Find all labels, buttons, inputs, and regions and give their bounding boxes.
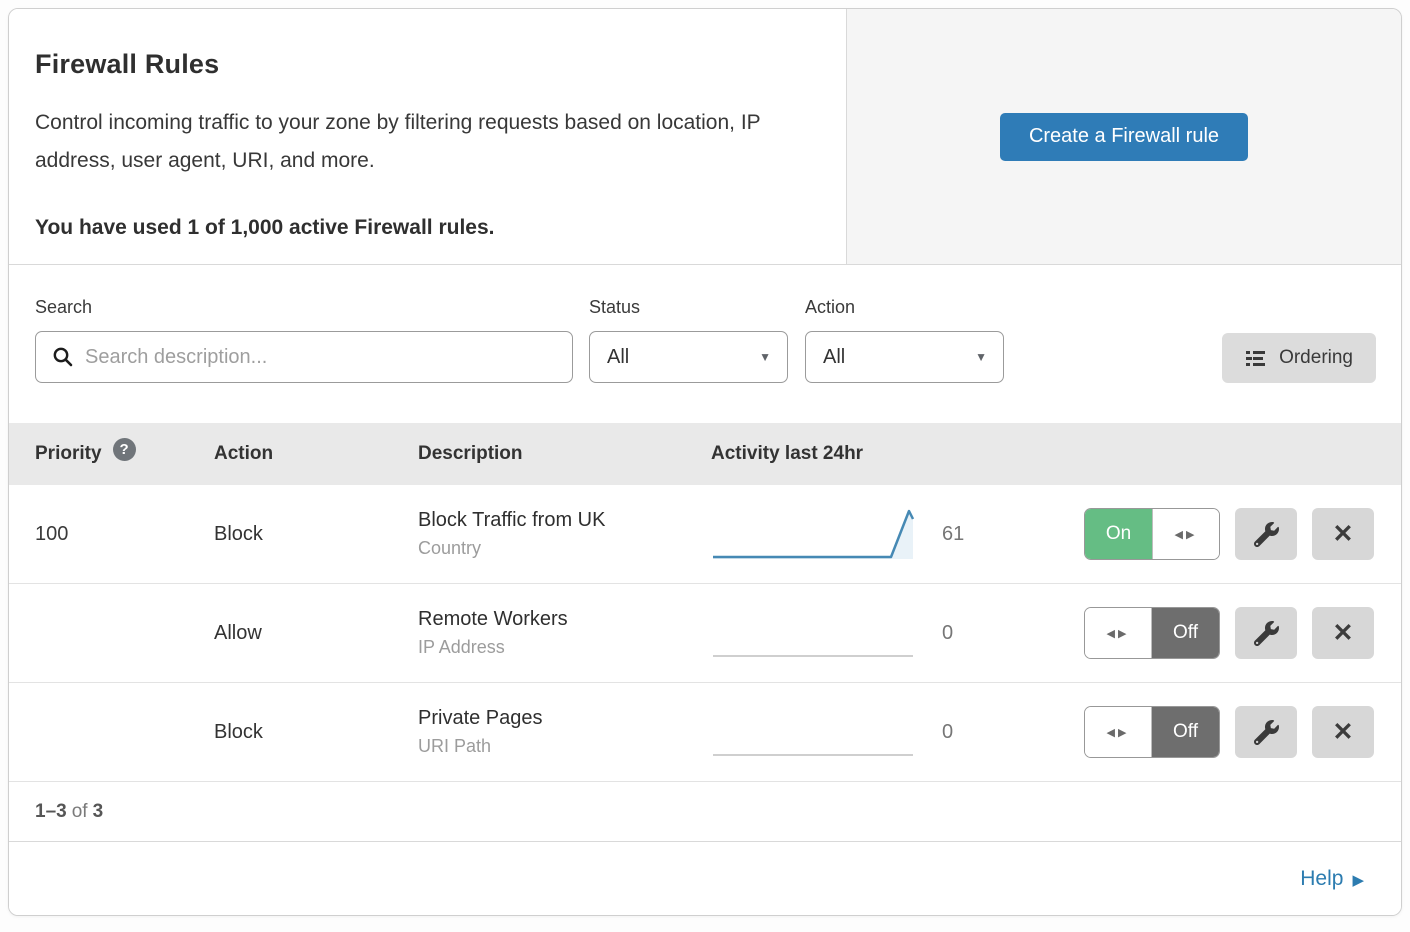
edit-rule-button[interactable] (1235, 607, 1297, 659)
table-row: Allow Remote Workers IP Address 0 ◀▶ Off (9, 584, 1401, 683)
rule-enabled-toggle[interactable]: ◀▶ Off (1084, 607, 1220, 659)
action-select[interactable]: All ▼ (805, 331, 1004, 383)
rule-description: Private Pages URI Path (418, 707, 711, 757)
pagination-total: 3 (93, 801, 104, 823)
status-label: Status (589, 297, 788, 318)
toggle-handle-icon: ◀▶ (1152, 509, 1219, 559)
rule-action: Allow (214, 622, 418, 645)
delete-rule-button[interactable]: ✕ (1312, 706, 1374, 758)
close-icon: ✕ (1333, 618, 1354, 648)
rule-description: Block Traffic from UK Country (418, 509, 711, 559)
search-box (35, 331, 573, 383)
rule-match-type: IP Address (418, 637, 711, 658)
wrench-icon (1254, 621, 1279, 646)
action-selected-value: All (823, 346, 845, 369)
toggle-handle-icon: ◀▶ (1085, 707, 1152, 757)
search-label: Search (35, 297, 573, 318)
header-action-panel: Create a Firewall rule (846, 9, 1401, 264)
column-description: Description (418, 443, 711, 465)
activity-sparkline (711, 605, 916, 661)
edit-rule-button[interactable] (1235, 508, 1297, 560)
row-controls: ◀▶ Off ✕ (1084, 706, 1374, 758)
ordering-button[interactable]: Ordering (1222, 333, 1376, 383)
rule-enabled-toggle[interactable]: ◀▶ Off (1084, 706, 1220, 758)
status-select[interactable]: All ▼ (589, 331, 788, 383)
rule-activity: 0 ◀▶ Off ✕ (711, 605, 1401, 661)
rule-priority: 100 (9, 523, 214, 546)
rule-activity: 0 ◀▶ Off ✕ (711, 704, 1401, 760)
status-filter-group: Status All ▼ (589, 297, 788, 383)
search-icon (51, 345, 75, 369)
row-controls: ◀▶ Off ✕ (1084, 607, 1374, 659)
table-row: Block Private Pages URI Path 0 ◀▶ Off (9, 683, 1401, 782)
rule-action: Block (214, 721, 418, 744)
activity-sparkline (711, 506, 916, 562)
header-section: Firewall Rules Control incoming traffic … (9, 9, 1401, 265)
ordered-list-icon (1245, 349, 1266, 368)
filter-bar: Search Status All ▼ Action All ▼ (9, 265, 1401, 423)
firewall-rules-card: Firewall Rules Control incoming traffic … (8, 8, 1402, 916)
toggle-state-label: Off (1152, 608, 1219, 658)
wrench-icon (1254, 720, 1279, 745)
column-activity: Activity last 24hr (711, 443, 1401, 465)
close-icon: ✕ (1333, 717, 1354, 747)
action-label: Action (805, 297, 1004, 318)
arrow-right-icon: ▶ (1352, 871, 1364, 889)
create-firewall-rule-button[interactable]: Create a Firewall rule (1000, 113, 1248, 161)
help-link[interactable]: Help ▶ (1300, 867, 1364, 891)
ordering-button-label: Ordering (1279, 347, 1353, 369)
priority-help-icon[interactable]: ? (113, 438, 136, 461)
rule-name: Block Traffic from UK (418, 509, 711, 532)
rule-action: Block (214, 523, 418, 546)
rule-name: Private Pages (418, 707, 711, 730)
close-icon: ✕ (1333, 519, 1354, 549)
table-row: 100 Block Block Traffic from UK Country … (9, 485, 1401, 584)
toggle-state-label: Off (1152, 707, 1219, 757)
action-filter-group: Action All ▼ (805, 297, 1004, 383)
column-action: Action (214, 443, 418, 465)
status-selected-value: All (607, 346, 629, 369)
header-text-block: Firewall Rules Control incoming traffic … (9, 9, 846, 264)
table-header: Priority ? Action Description Activity l… (9, 423, 1401, 485)
row-controls: On ◀▶ ✕ (1084, 508, 1374, 560)
search-input[interactable] (35, 331, 573, 383)
rule-enabled-toggle[interactable]: On ◀▶ (1084, 508, 1220, 560)
toggle-handle-icon: ◀▶ (1085, 608, 1152, 658)
chevron-down-icon: ▼ (975, 350, 987, 364)
rule-match-type: Country (418, 538, 711, 559)
edit-rule-button[interactable] (1235, 706, 1297, 758)
delete-rule-button[interactable]: ✕ (1312, 607, 1374, 659)
column-priority-label: Priority (35, 443, 102, 465)
page-title: Firewall Rules (35, 49, 806, 80)
activity-count: 0 (942, 721, 988, 744)
activity-count: 0 (942, 622, 988, 645)
pagination-range: 1–3 (35, 801, 67, 823)
delete-rule-button[interactable]: ✕ (1312, 508, 1374, 560)
help-bar: Help ▶ (9, 842, 1401, 916)
rule-description: Remote Workers IP Address (418, 608, 711, 658)
column-priority: Priority ? (9, 443, 214, 466)
help-link-label: Help (1300, 867, 1343, 891)
chevron-down-icon: ▼ (759, 350, 771, 364)
rule-name: Remote Workers (418, 608, 711, 631)
toggle-state-label: On (1085, 509, 1152, 559)
pagination-bar: 1–3 of 3 (9, 782, 1401, 842)
activity-count: 61 (942, 523, 988, 546)
rule-activity: 61 On ◀▶ ✕ (711, 506, 1401, 562)
rule-match-type: URI Path (418, 736, 711, 757)
pagination-of: of (72, 801, 88, 823)
search-filter-group: Search (35, 297, 573, 383)
activity-sparkline (711, 704, 916, 760)
wrench-icon (1254, 522, 1279, 547)
usage-summary: You have used 1 of 1,000 active Firewall… (35, 216, 806, 240)
page-description: Control incoming traffic to your zone by… (35, 104, 765, 180)
